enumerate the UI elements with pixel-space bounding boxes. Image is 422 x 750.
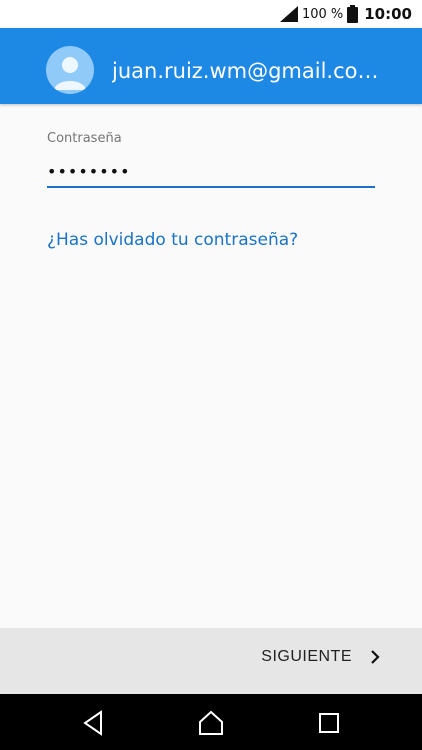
- back-icon: [83, 710, 102, 736]
- battery-percent: 100 %: [301, 6, 344, 22]
- home-button[interactable]: [198, 710, 224, 736]
- status-bar: 100 % 10:00: [0, 0, 422, 28]
- signal-icon: [279, 6, 298, 22]
- next-button[interactable]: SIGUIENTE: [261, 648, 382, 666]
- avatar: [46, 46, 94, 94]
- forgot-password-link[interactable]: ¿Has olvidado tu contraseña?: [47, 230, 298, 250]
- back-button[interactable]: [81, 710, 107, 736]
- navigation-bar: [0, 694, 422, 750]
- next-label: SIGUIENTE: [261, 648, 352, 665]
- recents-icon: [319, 713, 339, 733]
- account-header: juan.ruiz.wm@gmail.co…: [0, 28, 422, 104]
- account-email: juan.ruiz.wm@gmail.co…: [112, 59, 379, 83]
- battery-icon: [347, 5, 359, 23]
- home-icon: [199, 710, 223, 735]
- bottom-bar: SIGUIENTE: [0, 628, 422, 694]
- clock: 10:00: [364, 5, 412, 23]
- recents-button[interactable]: [316, 710, 342, 736]
- password-label: Contraseña: [47, 131, 122, 146]
- chevron-right-icon: [371, 650, 380, 664]
- person-icon: [54, 57, 86, 90]
- password-input[interactable]: [47, 156, 375, 188]
